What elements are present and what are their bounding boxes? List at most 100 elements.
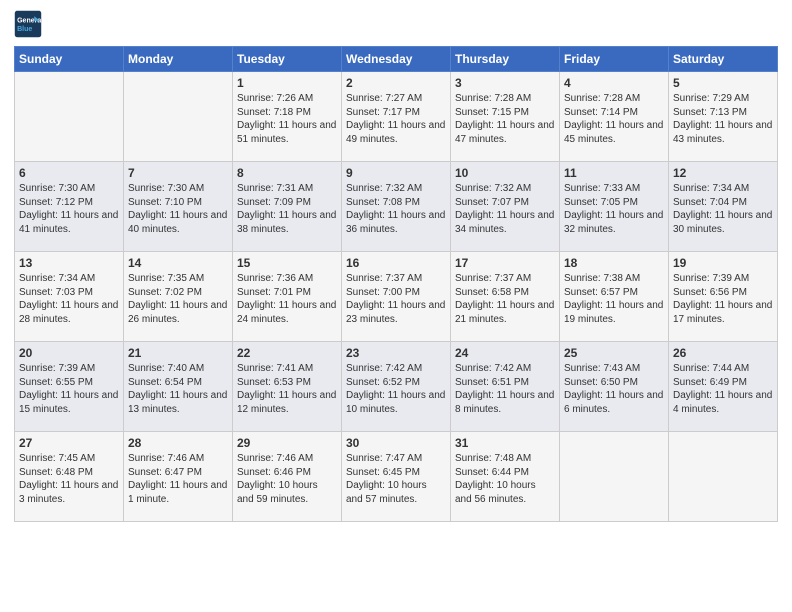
calendar-cell: 2 Sunrise: 7:27 AM Sunset: 7:17 PM Daylig… — [342, 72, 451, 162]
day-info: Sunrise: 7:45 AM Sunset: 6:48 PM Dayligh… — [19, 452, 119, 506]
calendar-cell: 26 Sunrise: 7:44 AM Sunset: 6:49 PM Dayli… — [669, 342, 778, 432]
day-info: Sunrise: 7:37 AM Sunset: 7:00 PM Dayligh… — [346, 272, 446, 326]
day-number: 6 — [19, 166, 119, 180]
calendar-cell: 16 Sunrise: 7:37 AM Sunset: 7:00 PM Dayli… — [342, 252, 451, 342]
day-info: Sunrise: 7:29 AM Sunset: 7:13 PM Dayligh… — [673, 92, 773, 146]
calendar-cell: 8 Sunrise: 7:31 AM Sunset: 7:09 PM Daylig… — [233, 162, 342, 252]
day-info: Sunrise: 7:30 AM Sunset: 7:12 PM Dayligh… — [19, 182, 119, 236]
day-number: 16 — [346, 256, 446, 270]
week-row-1: 6 Sunrise: 7:30 AM Sunset: 7:12 PM Daylig… — [15, 162, 778, 252]
day-info: Sunrise: 7:34 AM Sunset: 7:04 PM Dayligh… — [673, 182, 773, 236]
calendar-cell: 11 Sunrise: 7:33 AM Sunset: 7:05 PM Dayli… — [560, 162, 669, 252]
day-number: 7 — [128, 166, 228, 180]
week-row-0: 1 Sunrise: 7:26 AM Sunset: 7:18 PM Daylig… — [15, 72, 778, 162]
day-info: Sunrise: 7:39 AM Sunset: 6:56 PM Dayligh… — [673, 272, 773, 326]
day-info: Sunrise: 7:39 AM Sunset: 6:55 PM Dayligh… — [19, 362, 119, 416]
day-info: Sunrise: 7:48 AM Sunset: 6:44 PM Dayligh… — [455, 452, 555, 506]
calendar-cell — [669, 432, 778, 522]
calendar-cell: 7Sunrise: 7:30 AM Sunset: 7:10 PM Daylig… — [124, 162, 233, 252]
calendar-cell: 21 Sunrise: 7:40 AM Sunset: 6:54 PM Dayli… — [124, 342, 233, 432]
day-number: 20 — [19, 346, 119, 360]
day-number: 9 — [346, 166, 446, 180]
calendar-cell: 25Sunrise: 7:43 AM Sunset: 6:50 PM Dayli… — [560, 342, 669, 432]
header-cell-saturday: Saturday — [669, 47, 778, 72]
header-cell-friday: Friday — [560, 47, 669, 72]
day-number: 8 — [237, 166, 337, 180]
calendar-cell: 9 Sunrise: 7:32 AM Sunset: 7:08 PM Daylig… — [342, 162, 451, 252]
day-number: 23 — [346, 346, 446, 360]
day-info: Sunrise: 7:33 AM Sunset: 7:05 PM Dayligh… — [564, 182, 664, 236]
day-info: Sunrise: 7:38 AM Sunset: 6:57 PM Dayligh… — [564, 272, 664, 326]
calendar-header: SundayMondayTuesdayWednesdayThursdayFrid… — [15, 47, 778, 72]
day-number: 3 — [455, 76, 555, 90]
day-number: 29 — [237, 436, 337, 450]
day-info: Sunrise: 7:34 AM Sunset: 7:03 PM Dayligh… — [19, 272, 119, 326]
day-number: 31 — [455, 436, 555, 450]
svg-text:General: General — [17, 17, 42, 24]
calendar-cell — [560, 432, 669, 522]
svg-text:Blue: Blue — [17, 26, 32, 33]
day-info: Sunrise: 7:28 AM Sunset: 7:15 PM Dayligh… — [455, 92, 555, 146]
calendar-body: 1 Sunrise: 7:26 AM Sunset: 7:18 PM Daylig… — [15, 72, 778, 522]
logo-icon: General Blue — [14, 10, 42, 38]
day-info: Sunrise: 7:40 AM Sunset: 6:54 PM Dayligh… — [128, 362, 228, 416]
calendar-table: SundayMondayTuesdayWednesdayThursdayFrid… — [14, 46, 778, 522]
calendar-cell: 3 Sunrise: 7:28 AM Sunset: 7:15 PM Daylig… — [451, 72, 560, 162]
day-info: Sunrise: 7:42 AM Sunset: 6:51 PM Dayligh… — [455, 362, 555, 416]
day-info: Sunrise: 7:32 AM Sunset: 7:08 PM Dayligh… — [346, 182, 446, 236]
day-number: 12 — [673, 166, 773, 180]
day-info: Sunrise: 7:27 AM Sunset: 7:17 PM Dayligh… — [346, 92, 446, 146]
header-cell-monday: Monday — [124, 47, 233, 72]
day-number: 19 — [673, 256, 773, 270]
day-info: Sunrise: 7:35 AM Sunset: 7:02 PM Dayligh… — [128, 272, 228, 326]
day-number: 1 — [237, 76, 337, 90]
day-info: Sunrise: 7:42 AM Sunset: 6:52 PM Dayligh… — [346, 362, 446, 416]
day-number: 14 — [128, 256, 228, 270]
logo: General Blue — [14, 10, 46, 38]
week-row-2: 13 Sunrise: 7:34 AM Sunset: 7:03 PM Dayli… — [15, 252, 778, 342]
calendar-cell: 30 Sunrise: 7:47 AM Sunset: 6:45 PM Dayli… — [342, 432, 451, 522]
calendar-cell: 23 Sunrise: 7:42 AM Sunset: 6:52 PM Dayli… — [342, 342, 451, 432]
calendar-cell: 22 Sunrise: 7:41 AM Sunset: 6:53 PM Dayli… — [233, 342, 342, 432]
day-number: 10 — [455, 166, 555, 180]
day-number: 30 — [346, 436, 446, 450]
day-number: 11 — [564, 166, 664, 180]
calendar-cell: 17 Sunrise: 7:37 AM Sunset: 6:58 PM Dayli… — [451, 252, 560, 342]
calendar-cell: 1 Sunrise: 7:26 AM Sunset: 7:18 PM Daylig… — [233, 72, 342, 162]
day-number: 5 — [673, 76, 773, 90]
day-number: 25 — [564, 346, 664, 360]
page: General Blue SundayMondayTuesdayWednesda… — [0, 0, 792, 536]
day-info: Sunrise: 7:47 AM Sunset: 6:45 PM Dayligh… — [346, 452, 446, 506]
day-info: Sunrise: 7:44 AM Sunset: 6:49 PM Dayligh… — [673, 362, 773, 416]
calendar-cell — [124, 72, 233, 162]
calendar-cell: 14 Sunrise: 7:35 AM Sunset: 7:02 PM Dayli… — [124, 252, 233, 342]
day-number: 26 — [673, 346, 773, 360]
calendar-cell: 19 Sunrise: 7:39 AM Sunset: 6:56 PM Dayli… — [669, 252, 778, 342]
day-number: 18 — [564, 256, 664, 270]
calendar-cell: 15Sunrise: 7:36 AM Sunset: 7:01 PM Dayli… — [233, 252, 342, 342]
day-number: 2 — [346, 76, 446, 90]
calendar-cell: 28Sunrise: 7:46 AM Sunset: 6:47 PM Dayli… — [124, 432, 233, 522]
day-info: Sunrise: 7:26 AM Sunset: 7:18 PM Dayligh… — [237, 92, 337, 146]
calendar-cell: 27 Sunrise: 7:45 AM Sunset: 6:48 PM Dayli… — [15, 432, 124, 522]
day-number: 22 — [237, 346, 337, 360]
calendar-cell: 5 Sunrise: 7:29 AM Sunset: 7:13 PM Daylig… — [669, 72, 778, 162]
day-number: 21 — [128, 346, 228, 360]
day-number: 15 — [237, 256, 337, 270]
day-info: Sunrise: 7:32 AM Sunset: 7:07 PM Dayligh… — [455, 182, 555, 236]
day-info: Sunrise: 7:41 AM Sunset: 6:53 PM Dayligh… — [237, 362, 337, 416]
day-number: 27 — [19, 436, 119, 450]
day-number: 24 — [455, 346, 555, 360]
day-info: Sunrise: 7:46 AM Sunset: 6:46 PM Dayligh… — [237, 452, 337, 506]
header-cell-wednesday: Wednesday — [342, 47, 451, 72]
calendar-cell: 29 Sunrise: 7:46 AM Sunset: 6:46 PM Dayli… — [233, 432, 342, 522]
calendar-cell: 6 Sunrise: 7:30 AM Sunset: 7:12 PM Daylig… — [15, 162, 124, 252]
week-row-3: 20 Sunrise: 7:39 AM Sunset: 6:55 PM Dayli… — [15, 342, 778, 432]
day-info: Sunrise: 7:46 AM Sunset: 6:47 PM Dayligh… — [128, 452, 228, 506]
header-cell-thursday: Thursday — [451, 47, 560, 72]
day-number: 13 — [19, 256, 119, 270]
calendar-cell: 12 Sunrise: 7:34 AM Sunset: 7:04 PM Dayli… — [669, 162, 778, 252]
day-number: 17 — [455, 256, 555, 270]
day-info: Sunrise: 7:31 AM Sunset: 7:09 PM Dayligh… — [237, 182, 337, 236]
day-info: Sunrise: 7:37 AM Sunset: 6:58 PM Dayligh… — [455, 272, 555, 326]
